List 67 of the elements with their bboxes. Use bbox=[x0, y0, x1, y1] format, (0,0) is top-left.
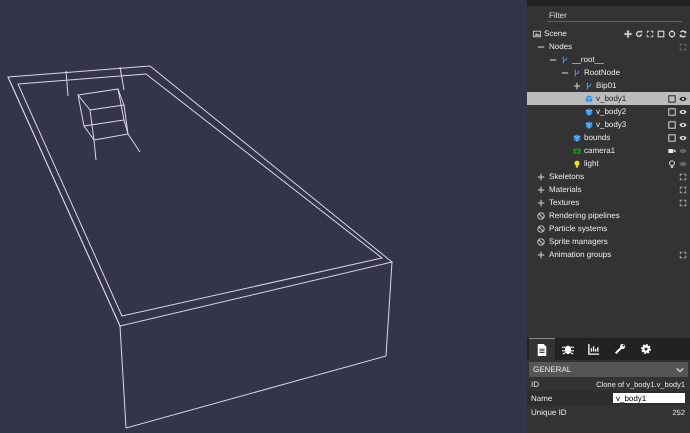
tree-item[interactable]: Scene bbox=[544, 29, 567, 38]
scale-icon[interactable] bbox=[646, 30, 654, 38]
expand-icon[interactable] bbox=[537, 198, 545, 206]
image-icon bbox=[533, 30, 541, 38]
tree-item[interactable]: Particle systems bbox=[527, 222, 690, 235]
eye-icon[interactable] bbox=[679, 94, 687, 102]
eye-icon[interactable] bbox=[679, 134, 687, 142]
property-label: ID bbox=[531, 380, 539, 388]
expand-all-icon[interactable] bbox=[679, 186, 687, 194]
disabled-icon bbox=[537, 238, 545, 246]
bug-icon bbox=[562, 343, 574, 355]
filter-field[interactable]: Filter bbox=[547, 10, 682, 22]
bounding-box-icon[interactable] bbox=[668, 94, 676, 102]
cube-icon bbox=[585, 94, 593, 102]
chevron-down-icon[interactable] bbox=[676, 366, 684, 374]
tree-item[interactable]: Materials bbox=[527, 183, 690, 196]
tree-item[interactable]: Skeletons bbox=[527, 170, 690, 183]
cube-icon bbox=[573, 134, 581, 142]
rotate-icon[interactable] bbox=[635, 30, 643, 38]
name-input[interactable]: v_body1 bbox=[613, 393, 685, 403]
tree-item[interactable]: __root__ bbox=[527, 53, 690, 66]
expand-icon[interactable] bbox=[537, 186, 545, 194]
properties-tab[interactable] bbox=[529, 338, 555, 361]
expand-icon[interactable] bbox=[537, 172, 545, 180]
property-label: Unique ID bbox=[531, 408, 567, 416]
section-title: GENERAL bbox=[533, 365, 572, 374]
tree-item[interactable]: RootNode bbox=[527, 66, 690, 79]
target-icon[interactable] bbox=[668, 30, 676, 38]
document-icon bbox=[536, 344, 548, 356]
tree-item[interactable]: Bip01 bbox=[527, 79, 690, 92]
expand-all-icon[interactable] bbox=[679, 42, 687, 50]
disabled-icon bbox=[537, 224, 545, 232]
bar-chart-icon bbox=[588, 343, 600, 355]
tree-item[interactable]: v_body3 bbox=[527, 118, 690, 131]
settings-icon bbox=[640, 343, 652, 355]
disabled-icon bbox=[537, 212, 545, 220]
eye-icon[interactable] bbox=[679, 120, 687, 128]
tree-item[interactable]: Textures bbox=[527, 196, 690, 209]
expand-all-icon[interactable] bbox=[679, 250, 687, 258]
tree-item[interactable]: light bbox=[527, 157, 690, 170]
cube-icon bbox=[585, 120, 593, 128]
refresh-icon[interactable] bbox=[679, 30, 687, 38]
expand-icon[interactable] bbox=[537, 250, 545, 258]
tree-item[interactable]: Nodes bbox=[527, 40, 690, 53]
move-icon[interactable] bbox=[624, 30, 632, 38]
branch-icon bbox=[573, 68, 581, 76]
lightbulb-outline-icon[interactable] bbox=[668, 160, 676, 168]
tree-item[interactable]: bounds bbox=[527, 131, 690, 144]
wrench-icon bbox=[614, 343, 626, 355]
branch-icon bbox=[585, 82, 593, 90]
expand-all-icon[interactable] bbox=[679, 198, 687, 206]
tree-item[interactable]: Animation groups bbox=[527, 248, 690, 261]
camera-icon bbox=[573, 146, 581, 154]
branch-icon bbox=[561, 56, 569, 64]
expand-all-icon[interactable] bbox=[679, 172, 687, 180]
expand-icon[interactable] bbox=[573, 82, 581, 90]
section-header[interactable]: GENERAL bbox=[529, 362, 688, 377]
video-camera-icon[interactable] bbox=[668, 146, 676, 154]
property-label: Name bbox=[531, 394, 552, 402]
eye-icon[interactable] bbox=[679, 108, 687, 116]
tree-item[interactable]: Rendering pipelines bbox=[527, 209, 690, 222]
lightbulb-icon bbox=[573, 160, 581, 168]
tree-item[interactable]: v_body1 bbox=[527, 92, 690, 105]
tree-item[interactable]: Sprite managers bbox=[527, 235, 690, 248]
tree-item[interactable]: v_body2 bbox=[527, 105, 690, 118]
tree-item[interactable]: camera1 bbox=[527, 144, 690, 157]
cube-icon bbox=[585, 108, 593, 116]
